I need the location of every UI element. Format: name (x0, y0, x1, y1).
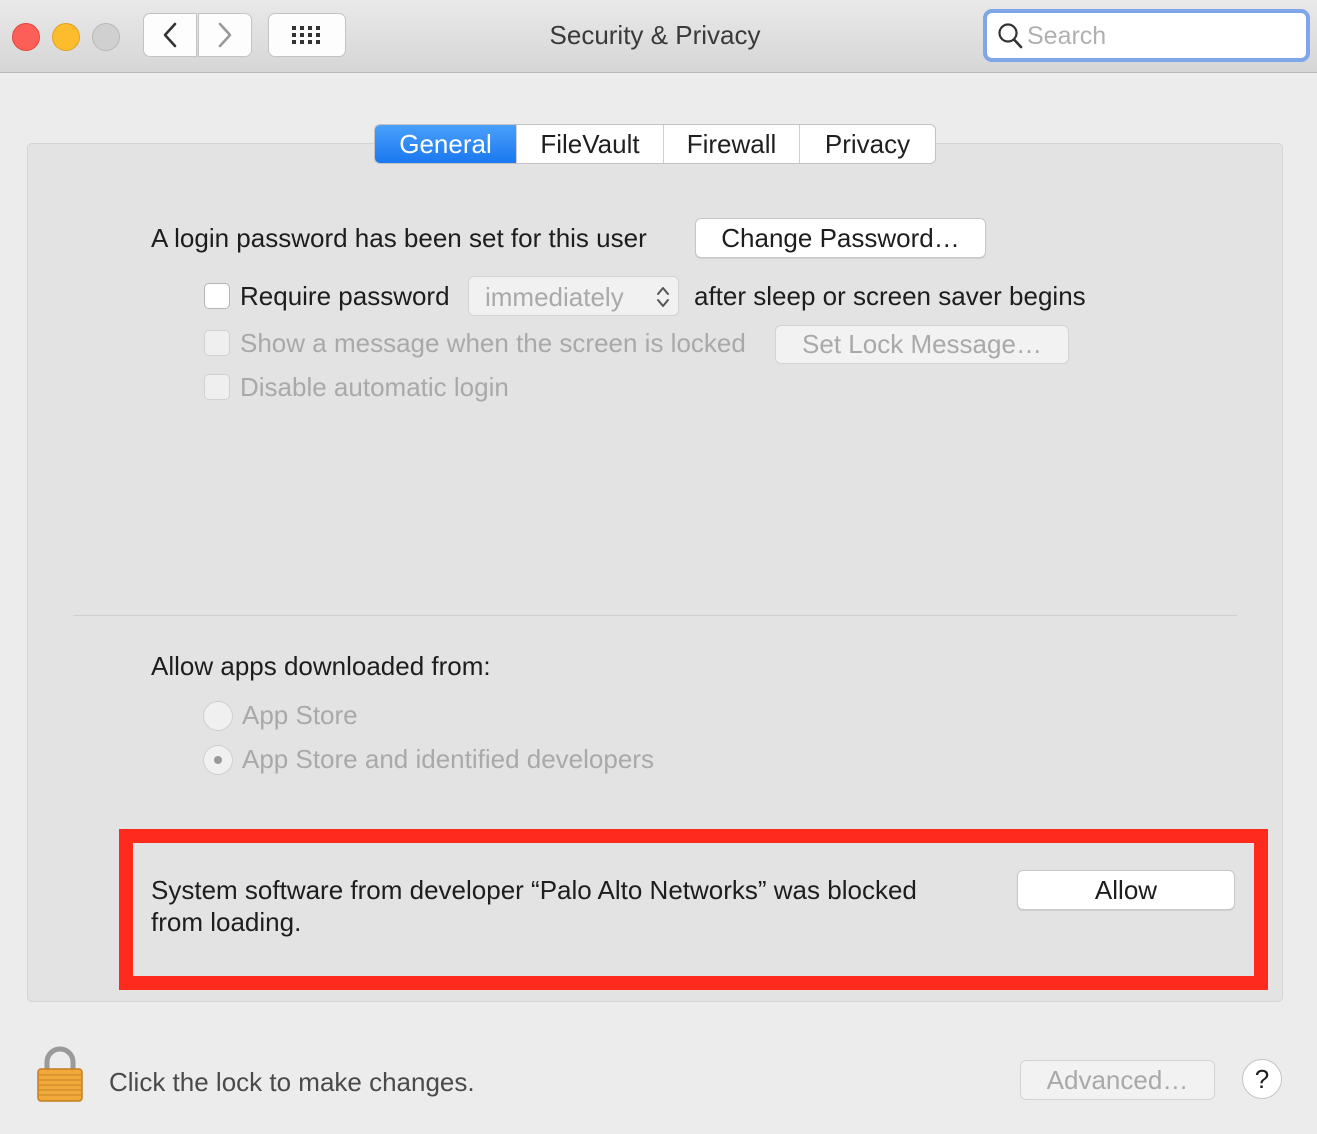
disable-autologin-checkbox (204, 374, 230, 400)
search-input[interactable] (1025, 19, 1299, 53)
allow-apps-heading: Allow apps downloaded from: (151, 651, 491, 681)
radio-app-store-label: App Store (242, 700, 358, 730)
set-lock-message-button: Set Lock Message… (775, 325, 1069, 364)
tab-general[interactable]: General (375, 125, 517, 163)
lock-hint-text: Click the lock to make changes. (109, 1067, 475, 1097)
radio-app-store-identified-label: App Store and identified developers (242, 744, 654, 774)
show-message-checkbox (204, 330, 230, 356)
require-password-delay-select: immediately (468, 276, 679, 316)
tab-privacy[interactable]: Privacy (800, 125, 935, 163)
help-button[interactable]: ? (1242, 1059, 1282, 1099)
tab-firewall[interactable]: Firewall (664, 125, 800, 163)
radio-app-store-identified (203, 745, 233, 775)
show-message-label: Show a message when the screen is locked (240, 328, 746, 358)
radio-selected-dot (214, 756, 222, 764)
advanced-button: Advanced… (1020, 1060, 1215, 1100)
radio-app-store (203, 701, 233, 731)
search-icon (998, 23, 1023, 49)
require-password-delay-value: immediately (485, 282, 624, 312)
highlight-box (119, 829, 1268, 990)
search-field[interactable] (983, 9, 1310, 62)
change-password-button[interactable]: Change Password… (695, 218, 986, 258)
require-password-checkbox[interactable] (204, 283, 230, 309)
disable-autologin-label: Disable automatic login (240, 372, 509, 402)
require-password-label: Require password (240, 281, 450, 311)
section-divider (73, 615, 1237, 616)
up-down-arrows-icon (657, 287, 669, 307)
tab-filevault[interactable]: FileVault (517, 125, 664, 163)
after-sleep-text: after sleep or screen saver begins (694, 281, 1086, 311)
tab-bar: General FileVault Firewall Privacy (374, 124, 936, 164)
title-bar: Security & Privacy (0, 0, 1317, 73)
lock-icon[interactable] (36, 1045, 84, 1103)
login-password-text: A login password has been set for this u… (151, 223, 647, 253)
